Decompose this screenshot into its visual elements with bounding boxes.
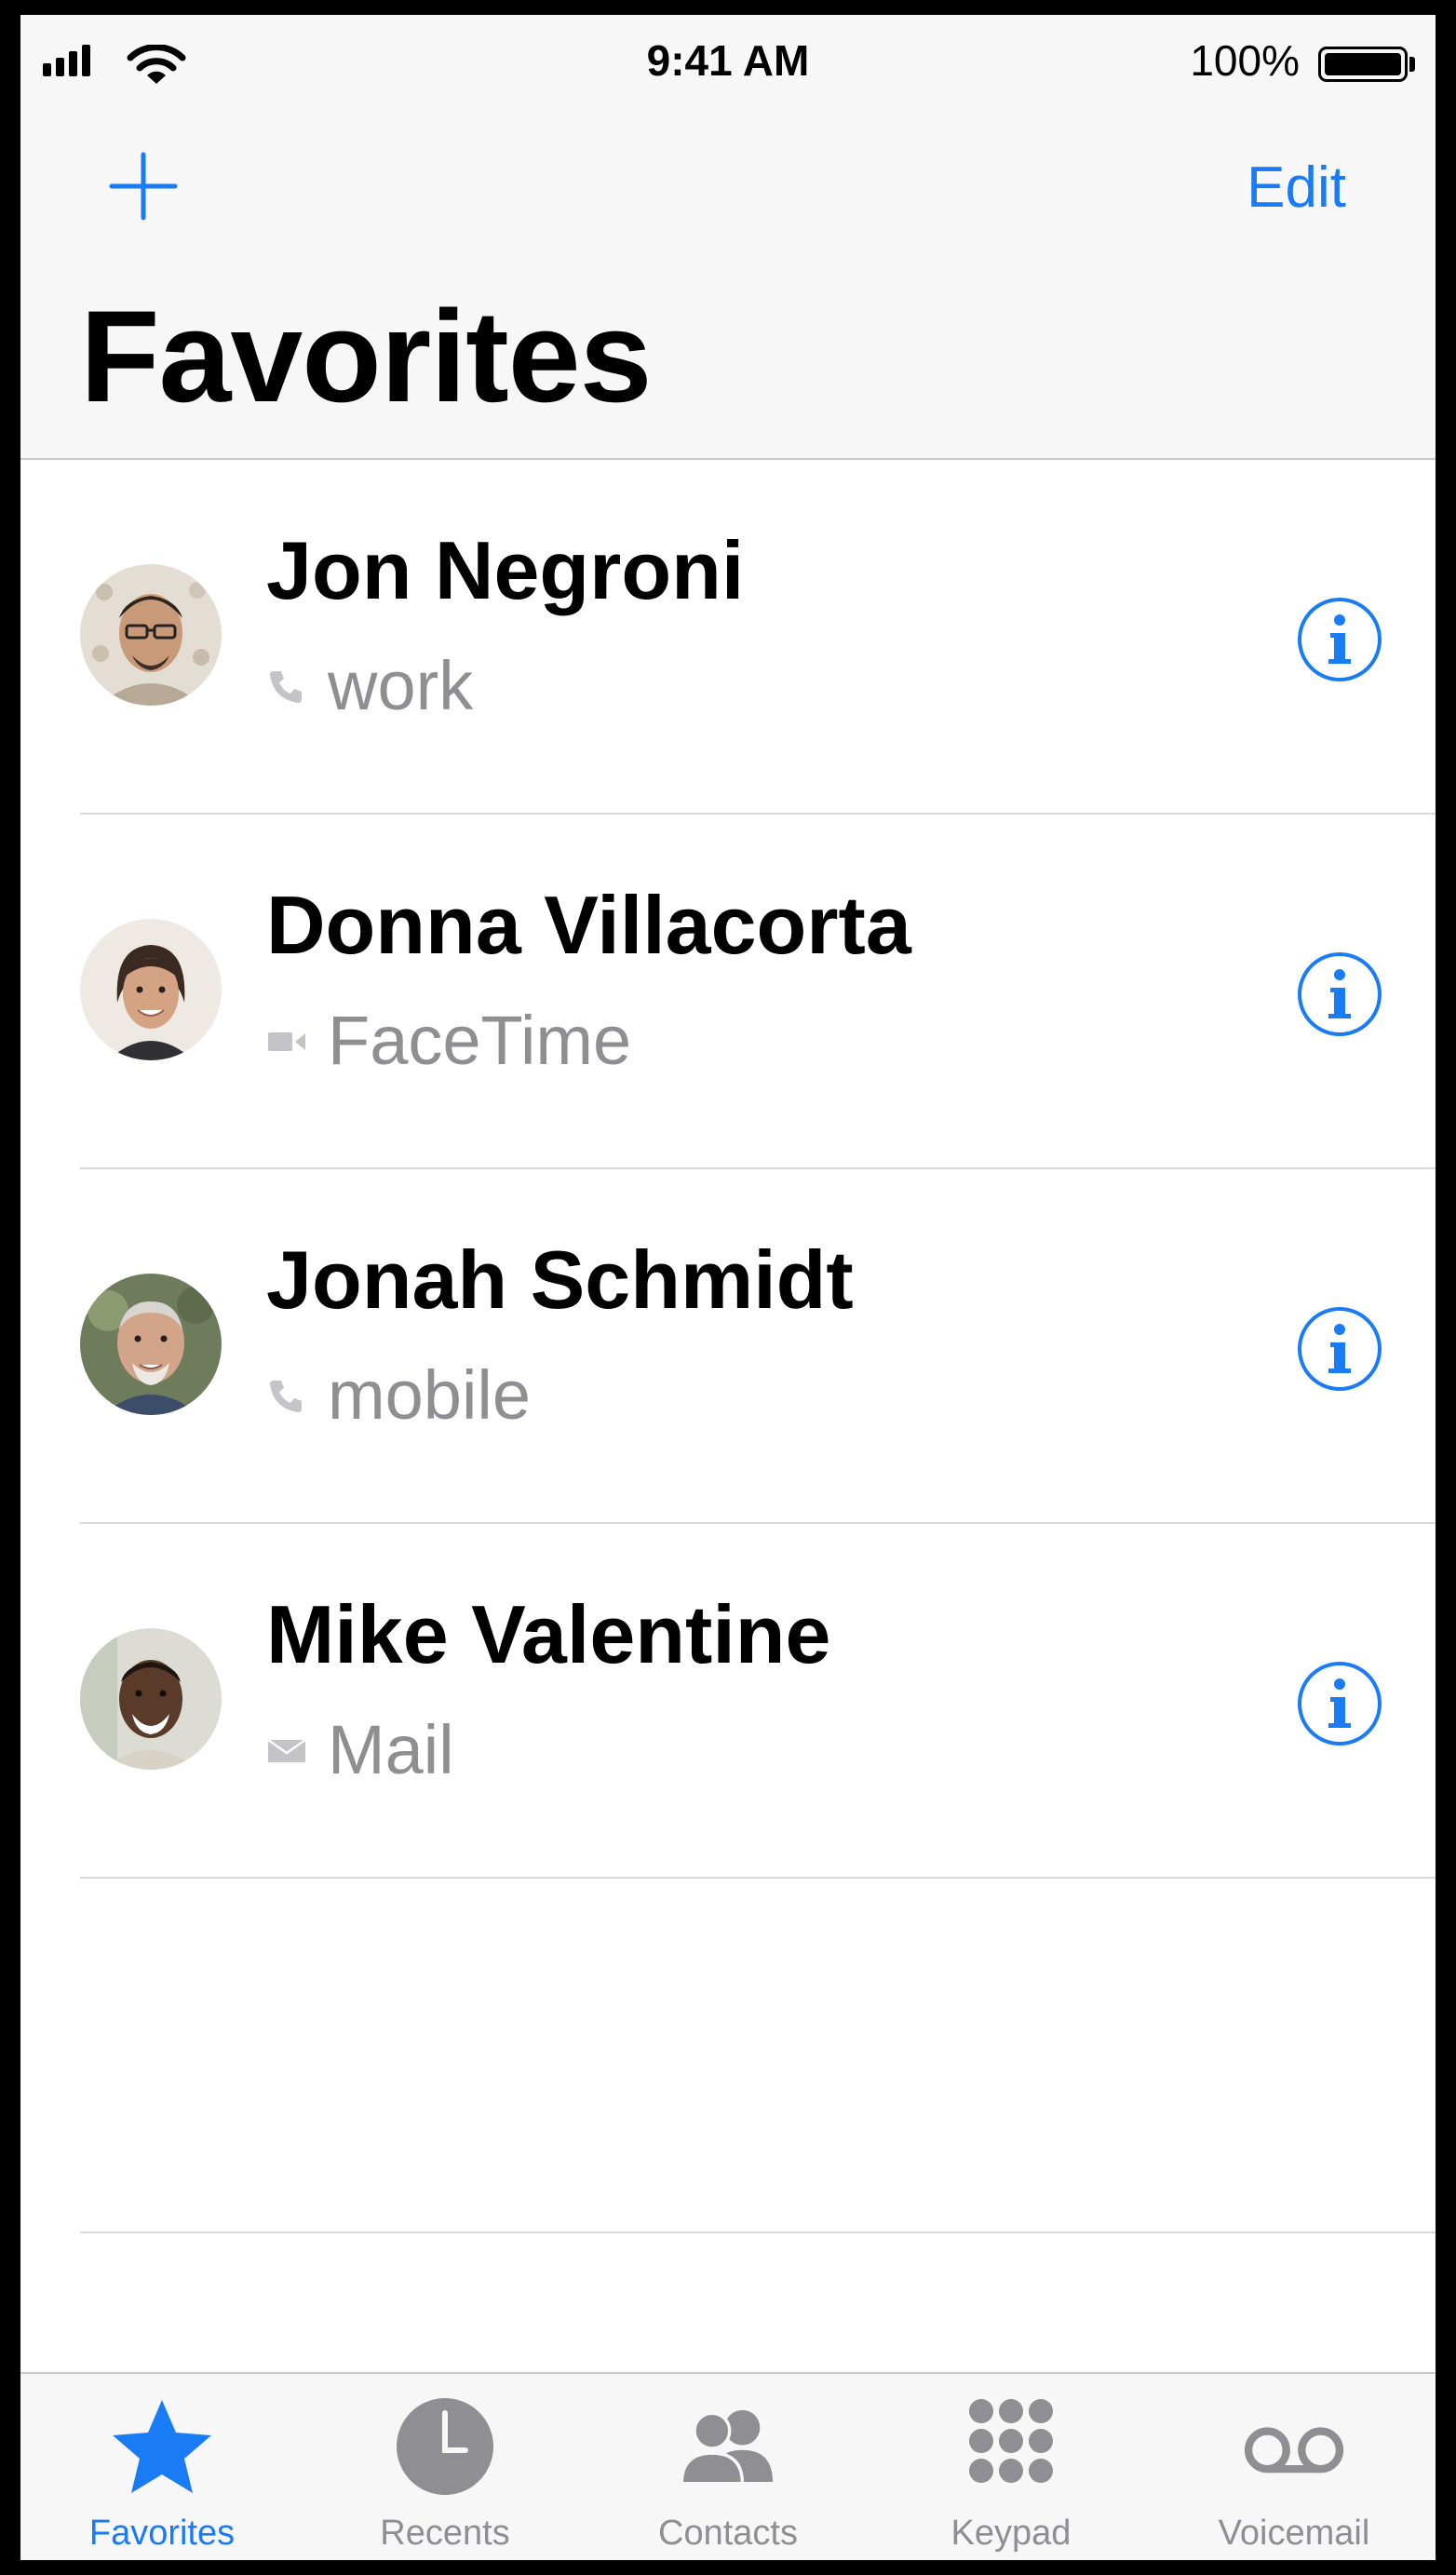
avatar	[80, 919, 222, 1060]
empty-list-row	[20, 1879, 1436, 2233]
phone-icon	[270, 1380, 302, 1412]
info-button[interactable]	[1296, 950, 1383, 1038]
edit-button[interactable]: Edit	[1247, 155, 1346, 221]
avatar	[80, 1628, 222, 1770]
navigation-header: Edit Favorites	[20, 95, 1436, 460]
contact-detail: FaceTime	[266, 1001, 631, 1080]
tab-label: Contacts	[658, 2514, 798, 2553]
add-favorite-button[interactable]	[108, 151, 179, 222]
info-button[interactable]	[1296, 596, 1383, 683]
battery-nub	[1409, 57, 1415, 72]
battery-icon	[1318, 47, 1408, 82]
battery-percentage: 100%	[1190, 36, 1300, 85]
tab-label: Keypad	[950, 2514, 1072, 2553]
contact-detail-label: mobile	[328, 1356, 531, 1434]
star-icon	[113, 2400, 211, 2493]
tab-favorites[interactable]: Favorites	[20, 2374, 303, 2560]
favorite-row-jonah-schmidt[interactable]: Jonah Schmidt mobile	[20, 1169, 1436, 1524]
video-icon	[268, 1031, 305, 1051]
info-button[interactable]	[1296, 1305, 1383, 1393]
favorite-row-jon-negroni[interactable]: Jon Negroni work	[20, 460, 1436, 815]
contact-detail: work	[266, 646, 473, 725]
page-title: Favorites	[80, 283, 652, 429]
voicemail-icon	[1244, 2427, 1344, 2474]
tab-keypad[interactable]: Keypad	[870, 2374, 1153, 2560]
favorite-row-mike-valentine[interactable]: Mike Valentine Mail	[20, 1524, 1436, 1879]
tab-label: Recents	[380, 2514, 510, 2553]
contact-detail-label: FaceTime	[328, 1002, 632, 1079]
tab-label: Voicemail	[1218, 2514, 1370, 2553]
info-button[interactable]	[1296, 1660, 1383, 1747]
contact-name: Donna Villacorta	[266, 879, 911, 971]
row-separator	[80, 2231, 1436, 2233]
tab-recents[interactable]: Recents	[303, 2374, 586, 2560]
avatar	[80, 1274, 222, 1415]
favorite-row-donna-villacorta[interactable]: Donna Villacorta FaceTime	[20, 815, 1436, 1169]
contact-detail-label: work	[328, 647, 474, 724]
avatar	[80, 564, 222, 706]
contact-detail-label: Mail	[328, 1711, 454, 1788]
phone-icon	[270, 670, 302, 703]
tab-contacts[interactable]: Contacts	[586, 2374, 870, 2560]
contact-name: Jonah Schmidt	[266, 1234, 854, 1326]
contacts-icon	[680, 2409, 773, 2486]
favorites-list: Jon Negroni work Donna Villacorta FaceTi…	[20, 460, 1436, 2233]
tab-voicemail[interactable]: Voicemail	[1153, 2374, 1436, 2560]
keypad-icon	[969, 2399, 1053, 2483]
clock-icon	[397, 2398, 493, 2495]
contact-name: Mike Valentine	[266, 1588, 831, 1680]
tab-bar: Favorites Recents Contacts Keypad Voicem…	[20, 2372, 1436, 2560]
contact-name: Jon Negroni	[266, 524, 745, 616]
contact-detail: Mail	[266, 1710, 454, 1789]
contact-detail: mobile	[266, 1355, 531, 1435]
tab-label: Favorites	[88, 2514, 236, 2553]
status-bar: 9:41 AM 100%	[20, 15, 1436, 95]
mail-icon	[267, 1738, 306, 1762]
phone-screen: 9:41 AM 100% Edit Favorites Jon Negroni …	[20, 15, 1436, 2560]
